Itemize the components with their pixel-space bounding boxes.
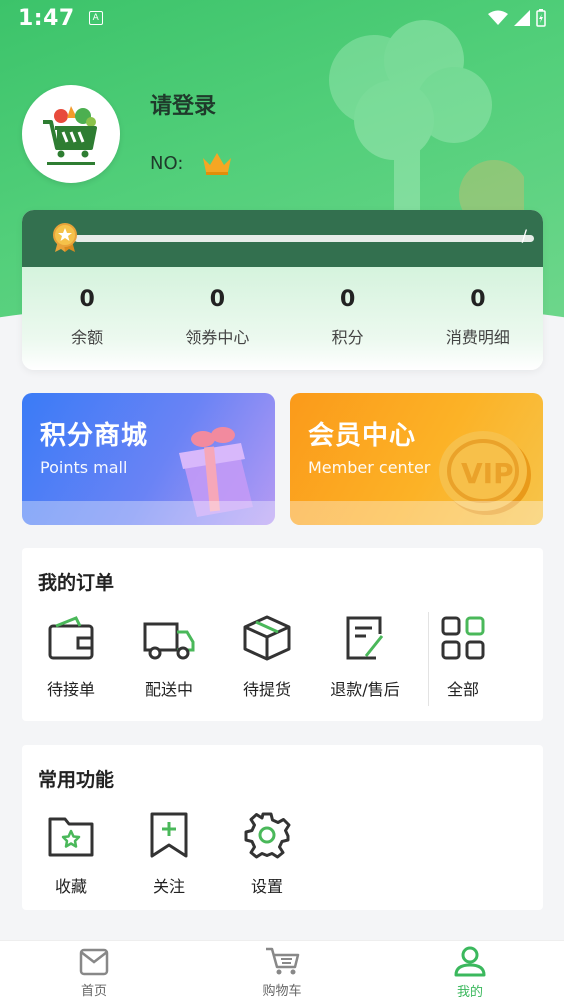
status-bar: 1:47 A [0, 0, 564, 36]
function-label: 收藏 [54, 877, 87, 896]
stat-coupon-center[interactable]: 0 领券中心 [152, 267, 282, 370]
stat-balance[interactable]: 0 余额 [22, 267, 152, 370]
stat-label: 积分 [331, 328, 364, 347]
function-label: 关注 [152, 877, 185, 896]
member-number-label: NO: [150, 152, 184, 174]
crown-icon [203, 153, 232, 175]
order-status-label: 待提货 [242, 680, 291, 699]
follow-button[interactable]: 关注 [120, 811, 218, 897]
user-icon [454, 946, 486, 977]
medal-icon [53, 223, 77, 252]
stat-label: 领券中心 [185, 328, 250, 347]
section-title: 常用功能 [38, 769, 115, 791]
order-status-label: 配送中 [144, 680, 193, 699]
member-number-row: NO: [150, 150, 233, 176]
package-icon [243, 615, 291, 661]
order-status-grid: 待接单 配送中 待提货 退款/售后 全部 [22, 614, 543, 700]
gear-icon [244, 812, 291, 859]
favorites-button[interactable]: 收藏 [22, 811, 120, 897]
order-delivering[interactable]: 配送中 [120, 614, 218, 700]
my-orders-section: 我的订单 待接单 配送中 待提货 退款/售后 全部 [22, 548, 543, 721]
avatar[interactable] [22, 85, 120, 183]
nav-cart[interactable]: 购物车 [188, 941, 376, 1004]
banner-wave [22, 501, 275, 525]
order-pickup[interactable]: 待提货 [218, 614, 316, 700]
stat-value: 0 [470, 287, 486, 312]
bookmark-add-icon [150, 812, 188, 858]
cart-icon [266, 947, 300, 975]
login-prompt[interactable]: 请登录 [150, 88, 216, 120]
functions-grid: 收藏 关注 设置 [22, 811, 543, 897]
order-pending-accept[interactable]: 待接单 [22, 614, 120, 700]
progress-track [74, 235, 534, 242]
order-refund-after-sales[interactable]: 退款/售后 [316, 614, 414, 700]
home-bag-icon [79, 948, 109, 976]
order-status-label: 待接单 [46, 680, 95, 699]
truck-icon [143, 622, 195, 660]
divider [428, 612, 429, 706]
nav-label: 首页 [80, 984, 107, 999]
level-progress-bar: / [22, 210, 543, 267]
stat-spending-details[interactable]: 0 消费明细 [413, 267, 543, 370]
points-mall-banner[interactable]: 积分商城 Points mall [22, 393, 275, 525]
favorite-folder-icon [48, 817, 94, 857]
banner-wave [290, 501, 543, 525]
common-functions-section: 常用功能 收藏 关注 设置 [22, 745, 543, 910]
store-logo-icon [43, 106, 97, 165]
broccoli-illustration [329, 20, 524, 230]
settings-button[interactable]: 设置 [218, 811, 316, 897]
function-label: 设置 [250, 877, 283, 896]
progress-text: / [521, 226, 527, 245]
stat-label: 消费明细 [445, 328, 510, 347]
grid-icon [441, 616, 485, 660]
nav-label: 购物车 [262, 984, 302, 999]
svg-text:VIP: VIP [461, 457, 514, 490]
stat-value: 0 [339, 287, 356, 312]
refund-icon [346, 616, 384, 660]
order-status-label: 全部 [446, 680, 479, 699]
stat-points[interactable]: 0 积分 [283, 267, 413, 370]
nav-mine[interactable]: 我的 [376, 941, 564, 1004]
bottom-navigation: 首页 购物车 我的 [0, 940, 564, 1004]
member-stats-card: / 0 余额 0 领券中心 0 积分 0 消费明细 [22, 210, 543, 370]
member-center-banner[interactable]: 会员中心 Member center VIP [290, 393, 543, 525]
stat-value: 0 [79, 287, 95, 312]
nav-label: 我的 [456, 985, 483, 1000]
nav-home[interactable]: 首页 [0, 941, 188, 1004]
stat-value: 0 [209, 287, 226, 312]
wifi-icon [488, 10, 508, 25]
stat-label: 余额 [71, 328, 104, 347]
signal-icon [514, 10, 530, 26]
notification-a-icon: A [88, 11, 103, 25]
battery-icon [536, 9, 546, 27]
section-title: 我的订单 [38, 572, 115, 594]
order-status-label: 退款/售后 [330, 680, 400, 699]
stats-row: 0 余额 0 领券中心 0 积分 0 消费明细 [22, 267, 543, 370]
wallet-icon [48, 616, 94, 660]
status-time: 1:47 [18, 5, 75, 31]
